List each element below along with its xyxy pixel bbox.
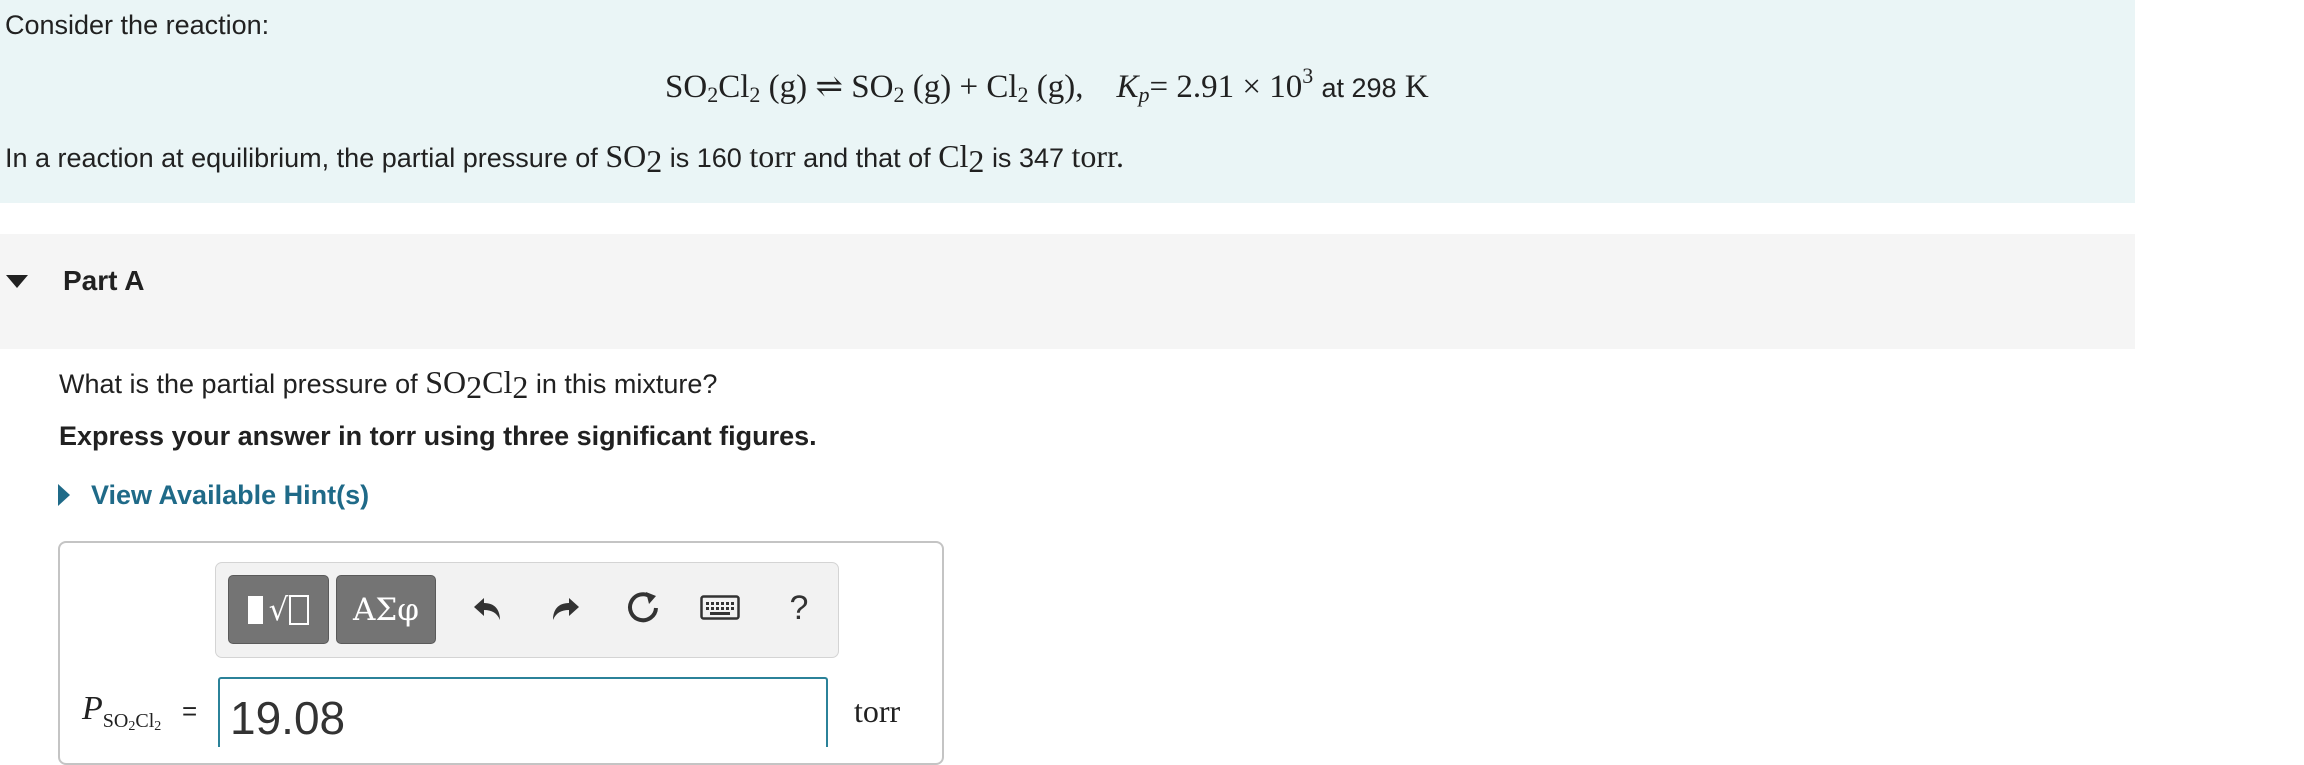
- reaction-equation: SO2Cl2 (g) ⇌ SO2 (g) + Cl2 (g), Kp= 2.91…: [665, 63, 1429, 107]
- view-hints-link[interactable]: View Available Hint(s): [91, 480, 369, 511]
- hint-caret-icon[interactable]: [58, 484, 70, 506]
- collapse-caret-icon[interactable]: [6, 275, 28, 288]
- part-a-header[interactable]: [0, 234, 2135, 349]
- undo-icon[interactable]: [464, 584, 512, 632]
- answer-instruction: Express your answer in torr using three …: [59, 421, 817, 451]
- templates-icon[interactable]: √: [228, 575, 329, 644]
- greek-symbols-icon[interactable]: ΑΣφ: [336, 575, 436, 644]
- kp-symbol: K: [1116, 69, 1139, 105]
- intro-heading: Consider the reaction:: [5, 10, 270, 40]
- equals-sign: =: [182, 696, 198, 726]
- equilibrium-arrow: ⇌: [815, 69, 844, 105]
- answer-input[interactable]: [218, 677, 828, 747]
- redo-icon[interactable]: [541, 584, 589, 632]
- question-text: What is the partial pressure of SO2Cl2 i…: [59, 364, 718, 405]
- reset-icon[interactable]: [619, 584, 667, 632]
- equilibrium-statement: In a reaction at equilibrium, the partia…: [5, 138, 1124, 179]
- part-title[interactable]: Part A: [63, 265, 144, 297]
- answer-variable-label: PSO2Cl2: [82, 690, 162, 734]
- keyboard-icon[interactable]: [696, 584, 744, 632]
- help-icon[interactable]: ?: [775, 584, 823, 632]
- unit-label: torr: [854, 693, 901, 729]
